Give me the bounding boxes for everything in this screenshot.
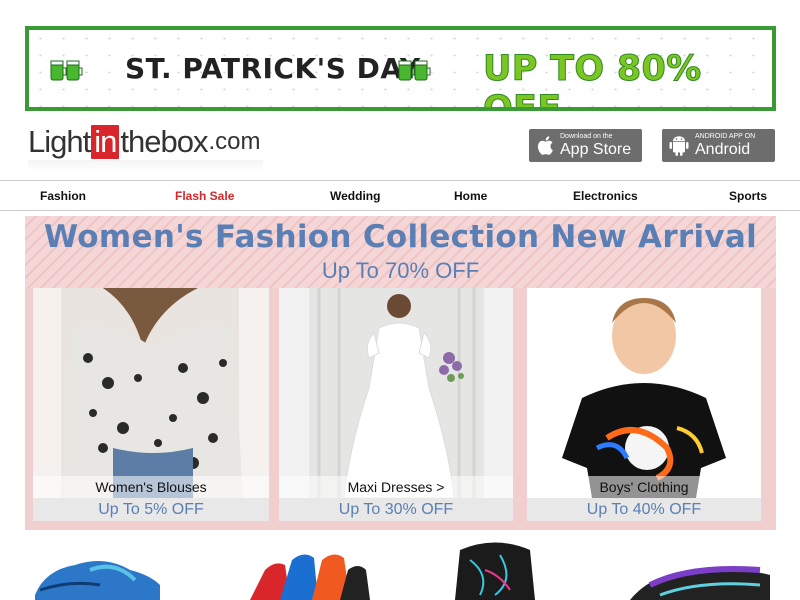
- nav-item-flash-sale[interactable]: Flash Sale: [175, 189, 234, 203]
- nav-item-electronics[interactable]: Electronics: [573, 189, 638, 203]
- beer-mugs-icon: [398, 60, 431, 81]
- app-store-button[interactable]: Download on the App Store: [529, 129, 642, 162]
- logo-text-com: .com: [208, 128, 261, 155]
- cycling-shorts-image[interactable]: [620, 540, 780, 600]
- category-card-blouses[interactable]: Women's Blouses Up To 5% OFF: [33, 288, 269, 521]
- category-label: Women's Blouses: [33, 476, 269, 498]
- boys-tshirt-photo: [527, 288, 761, 498]
- main-nav: Fashion Flash Sale Wedding Home Electron…: [0, 180, 800, 211]
- nav-item-home[interactable]: Home: [454, 189, 487, 203]
- logo-text-light: Light: [28, 124, 91, 159]
- collection-title: Women's Fashion Collection New Arrival: [43, 219, 758, 255]
- promo-banner[interactable]: ST. PATRICK'S DAY UP TO 80% OFF: [25, 26, 776, 111]
- android-big-text: Android: [695, 141, 751, 158]
- android-app-button[interactable]: ANDROID APP ON Android: [662, 129, 775, 162]
- category-label: Maxi Dresses >: [279, 476, 513, 498]
- category-card-maxi-dresses[interactable]: Maxi Dresses > Up To 30% OFF: [279, 288, 513, 521]
- category-label: Boys' Clothing: [527, 476, 761, 498]
- app-store-small-text: Download on the: [560, 133, 613, 140]
- sport-shoes-image[interactable]: [30, 540, 200, 600]
- android-small-text: ANDROID APP ON: [695, 133, 756, 140]
- category-discount: Up To 5% OFF: [33, 498, 269, 521]
- collection-header[interactable]: Women's Fashion Collection New Arrival U…: [25, 216, 776, 288]
- category-card-boys-clothing[interactable]: Boys' Clothing Up To 40% OFF: [527, 288, 761, 521]
- android-icon: [669, 135, 689, 156]
- site-logo[interactable]: Light in thebox .com: [28, 124, 260, 160]
- logo-text-thebox: thebox: [120, 124, 208, 159]
- logo-text-in: in: [91, 125, 120, 159]
- cycling-jersey-image[interactable]: [440, 540, 550, 600]
- app-store-big-text: App Store: [560, 141, 632, 158]
- category-discount: Up To 40% OFF: [527, 498, 761, 521]
- apple-icon: [537, 136, 553, 155]
- nav-item-wedding[interactable]: Wedding: [330, 189, 380, 203]
- logo-reflection: [28, 160, 263, 172]
- blouse-photo: [33, 288, 269, 498]
- maxi-dress-photo: [279, 288, 513, 498]
- promo-discount: UP TO 80% OFF: [483, 49, 702, 111]
- cycling-jerseys-image[interactable]: [240, 540, 380, 600]
- promo-title: ST. PATRICK'S DAY: [125, 52, 421, 85]
- category-discount: Up To 30% OFF: [279, 498, 513, 521]
- beer-mugs-icon: [50, 60, 83, 81]
- collection-subtitle: Up To 70% OFF: [321, 258, 480, 283]
- nav-item-fashion[interactable]: Fashion: [40, 189, 86, 203]
- nav-item-sports[interactable]: Sports: [729, 189, 767, 203]
